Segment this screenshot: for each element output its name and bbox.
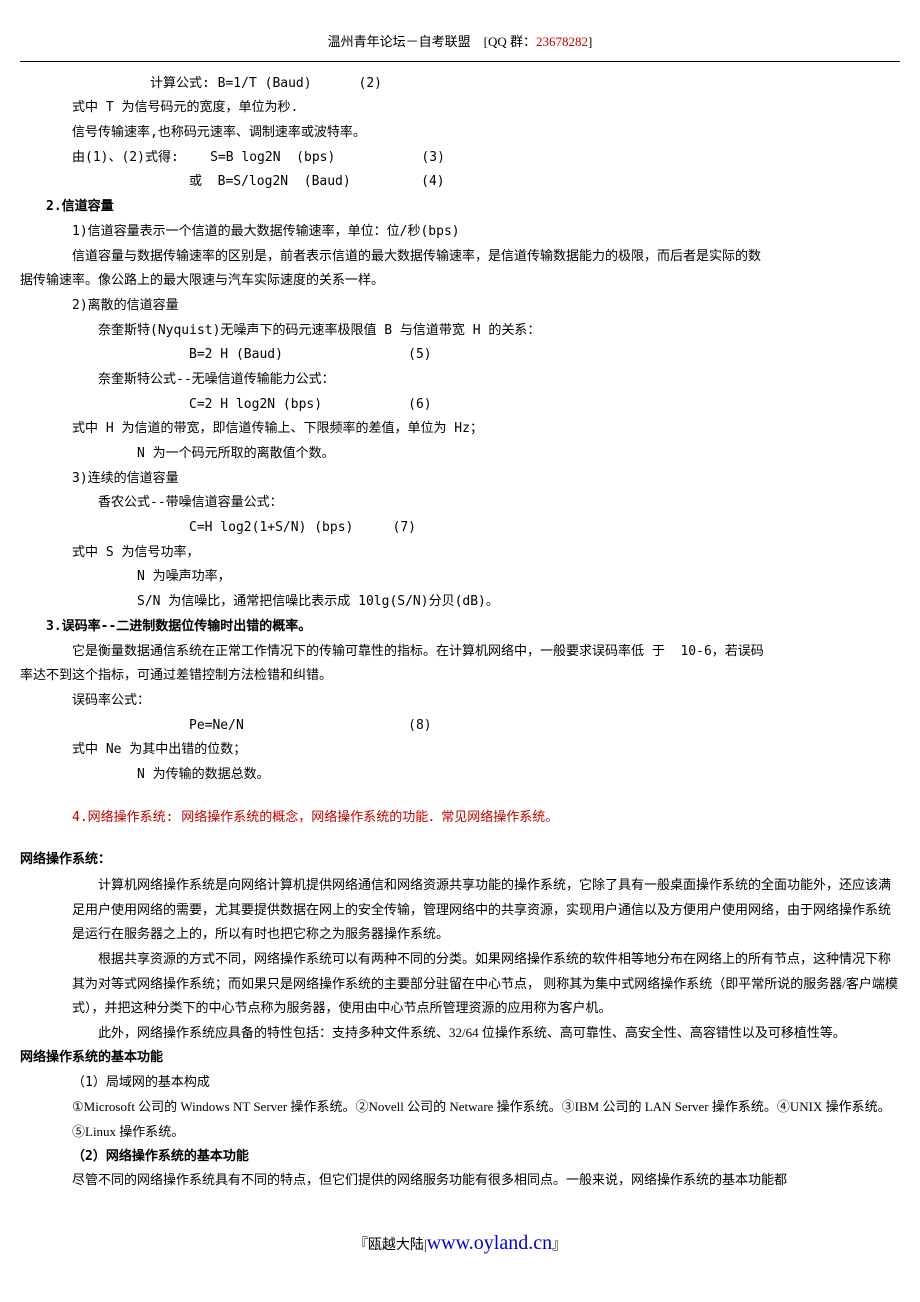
footer-suffix: 』 <box>552 1238 566 1253</box>
body-line: 式中 H 为信道的带宽，即信道传输上、下限频率的差值，单位为 Hz； <box>20 417 900 442</box>
formula-line: C=H log2(1+S/N) (bps) (7) <box>20 516 900 541</box>
page-footer: 『瓯越大陆|www.oyland.cn』 <box>20 1224 900 1262</box>
body-line: 式中 T 为信号码元的宽度，单位为秒. <box>20 96 900 121</box>
body-line: N 为传输的数据总数。 <box>20 763 900 788</box>
section-heading-3: 3.误码率--二进制数据位传输时出错的概率。 <box>20 615 900 640</box>
section-heading-2: 2.信道容量 <box>20 195 900 220</box>
os-fn-heading: 网络操作系统的基本功能 <box>20 1046 900 1071</box>
footer-url[interactable]: www.oyland.cn <box>427 1232 552 1254</box>
header-qq-close: ] <box>588 34 592 49</box>
paragraph: 此外，网络操作系统应具备的特性包括：支持多种文件系统、32/64 位操作系统、高… <box>20 1021 900 1046</box>
body-line: 香农公式--带噪信道容量公式： <box>20 491 900 516</box>
body-line: 率达不到这个指标，可通过差错控制方法检错和纠错。 <box>20 664 900 689</box>
paragraph: 计算机网络操作系统是向网络计算机提供网络通信和网络资源共享功能的操作系统，它除了… <box>20 873 900 947</box>
body-line: 信道容量与数据传输速率的区别是，前者表示信道的最大数据传输速率，是信道传输数据能… <box>20 245 900 270</box>
body-line: 2)离散的信道容量 <box>20 294 900 319</box>
body-line: 据传输速率。像公路上的最大限速与汽车实际速度的关系一样。 <box>20 269 900 294</box>
page-header: 温州青年论坛－自考联盟 [QQ 群：23678282] <box>20 30 900 62</box>
header-qq-label: [QQ 群： <box>484 34 536 49</box>
formula-line: Pe=Ne/N (8) <box>20 714 900 739</box>
formula-line: C=2 H log2N (bps) (6) <box>20 393 900 418</box>
body-line: N 为一个码元所取的离散值个数。 <box>20 442 900 467</box>
formula-line: B=2 H (Baud) (5) <box>20 343 900 368</box>
header-qq-number: 23678282 <box>536 34 588 49</box>
formula-line: 计算公式: B=1/T (Baud) (2) <box>20 72 900 97</box>
body-line: 奈奎斯特公式--无噪信道传输能力公式： <box>20 368 900 393</box>
body-line: 误码率公式： <box>20 689 900 714</box>
paragraph: 根据共享资源的方式不同，网络操作系统可以有两种不同的分类。如果网络操作系统的软件… <box>20 947 900 1021</box>
body-line: 式中 Ne 为其中出错的位数； <box>20 738 900 763</box>
formula-line: 由(1)、(2)式得: S=B log2N (bps) (3) <box>20 146 900 171</box>
body-line: 奈奎斯特(Nyquist)无噪声下的码元速率极限值 B 与信道带宽 H 的关系： <box>20 319 900 344</box>
body-line: S/N 为信噪比，通常把信噪比表示成 10lg(S/N)分贝(dB)。 <box>20 590 900 615</box>
body-line: （1）局域网的基本构成 <box>20 1071 900 1096</box>
body-line: N 为噪声功率， <box>20 565 900 590</box>
os-heading: 网络操作系统： <box>20 848 900 873</box>
body-line: 它是衡量数据通信系统在正常工作情况下的传输可靠性的指标。在计算机网络中，一般要求… <box>20 640 900 665</box>
body-line: 1)信道容量表示一个信道的最大数据传输速率，单位：位/秒(bps) <box>20 220 900 245</box>
formula-line: 或 B=S/log2N (Baud) (4) <box>20 170 900 195</box>
body-line: 3)连续的信道容量 <box>20 467 900 492</box>
section-heading-4: 4.网络操作系统: 网络操作系统的概念，网络操作系统的功能．常见网络操作系统。 <box>20 806 900 831</box>
body-line: 尽管不同的网络操作系统具有不同的特点，但它们提供的网络服务功能有很多相同点。一般… <box>20 1169 900 1194</box>
body-line: ①Microsoft 公司的 Windows NT Server 操作系统。②N… <box>20 1095 900 1144</box>
document-page: 温州青年论坛－自考联盟 [QQ 群：23678282] 计算公式: B=1/T … <box>0 0 920 1302</box>
body-line: 式中 S 为信号功率， <box>20 541 900 566</box>
footer-prefix: 『瓯越大陆| <box>354 1238 427 1253</box>
body-line: （2）网络操作系统的基本功能 <box>20 1145 900 1170</box>
header-site: 温州青年论坛－自考联盟 <box>328 34 471 49</box>
body-line: 信号传输速率,也称码元速率、调制速率或波特率。 <box>20 121 900 146</box>
